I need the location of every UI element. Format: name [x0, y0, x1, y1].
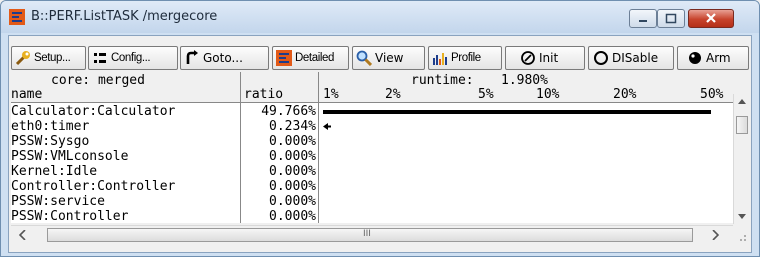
- task-ratio: 0.000%: [269, 209, 316, 224]
- task-ratio: 49.766%: [261, 104, 316, 119]
- task-list: Calculator:Calculator 49.766% eth0:timer…: [11, 103, 733, 224]
- column-header-ratio[interactable]: ratio: [244, 88, 283, 102]
- profile-label: Profile: [451, 52, 481, 64]
- core-label: core: merged: [51, 73, 145, 88]
- trace32-app-icon: [9, 9, 25, 25]
- vertical-scrollbar[interactable]: [733, 94, 751, 224]
- perf-window: B::PERF.ListTASK /mergecore Setup... Con…: [0, 0, 760, 257]
- task-ratio: 0.000%: [269, 149, 316, 164]
- init-button[interactable]: Init: [505, 46, 585, 70]
- list-item[interactable]: Controller:Controller 0.000%: [11, 179, 733, 194]
- task-name: PSSW:service: [11, 194, 105, 209]
- arm-record-icon: [689, 52, 701, 64]
- list-item[interactable]: PSSW:VMLconsole 0.000%: [11, 149, 733, 164]
- scroll-down-icon[interactable]: [738, 214, 746, 219]
- runtime-value: 1.980%: [501, 73, 548, 88]
- init-label: Init: [539, 51, 559, 65]
- arm-label: Arm: [706, 51, 731, 65]
- task-ratio: 0.000%: [269, 179, 316, 194]
- maximize-icon: [665, 13, 677, 24]
- disable-circle-icon: [594, 51, 608, 65]
- list-item[interactable]: PSSW:service 0.000%: [11, 194, 733, 209]
- below-scale-arrow-icon: [323, 123, 331, 130]
- column-header-name[interactable]: name: [11, 88, 42, 102]
- config-label: Config...: [111, 52, 151, 64]
- wrench-icon: [15, 51, 30, 66]
- magnifier-icon: [356, 50, 372, 66]
- goto-label: Goto...: [203, 51, 243, 65]
- name-ratio-divider[interactable]: [240, 72, 241, 223]
- scroll-left-icon[interactable]: [19, 230, 27, 240]
- disable-label: DISable: [612, 51, 659, 65]
- goto-button[interactable]: Goto...: [180, 46, 269, 70]
- scale-tick-2: 2%: [385, 87, 401, 102]
- task-ratio: 0.000%: [269, 164, 316, 179]
- task-name: Controller:Controller: [11, 179, 176, 194]
- disable-button[interactable]: DISable: [588, 46, 674, 70]
- ratio-bar: [323, 110, 711, 114]
- task-name: Kernel:Idle: [11, 164, 98, 179]
- list-header: core: merged runtime: 1.980% name ratio …: [11, 72, 749, 102]
- list-item[interactable]: eth0:timer 0.234%: [11, 119, 733, 134]
- detailed-button[interactable]: Detailed: [272, 46, 349, 70]
- task-ratio: 0.000%: [269, 134, 316, 149]
- scale-tick-1: 1%: [323, 87, 339, 102]
- close-icon: [706, 13, 716, 23]
- scale-tick-3: 5%: [478, 87, 494, 102]
- list-item[interactable]: Calculator:Calculator 49.766%: [11, 104, 733, 119]
- perf-client-area: Setup... Config... Goto... Detailed View…: [8, 35, 752, 253]
- setup-label: Setup...: [34, 52, 71, 64]
- task-name: Calculator:Calculator: [11, 104, 176, 119]
- task-name: eth0:timer: [11, 119, 90, 134]
- config-grid-icon: [94, 53, 106, 63]
- close-button[interactable]: [688, 9, 734, 28]
- view-button[interactable]: View: [352, 46, 425, 70]
- task-name: PSSW:Sysgo: [11, 134, 90, 149]
- list-item[interactable]: PSSW:Sysgo 0.000%: [11, 134, 733, 149]
- task-ratio: 0.000%: [269, 194, 316, 209]
- config-button[interactable]: Config...: [88, 46, 178, 70]
- setup-button[interactable]: Setup...: [11, 46, 86, 70]
- ratio-graph-divider[interactable]: [318, 72, 319, 223]
- title-bar[interactable]: B::PERF.ListTASK /mergecore: [1, 1, 759, 33]
- scroll-up-icon[interactable]: [738, 99, 746, 104]
- task-name: PSSW:Controller: [11, 209, 129, 224]
- thumb-grip: III: [363, 229, 371, 239]
- detailed-list-icon: [276, 50, 292, 66]
- task-ratio: 0.234%: [269, 119, 316, 134]
- list-item[interactable]: Kernel:Idle 0.000%: [11, 164, 733, 179]
- list-item[interactable]: PSSW:Controller 0.000%: [11, 209, 733, 224]
- scale-tick-4: 10%: [536, 87, 560, 102]
- task-name: PSSW:VMLconsole: [11, 149, 129, 164]
- detailed-label: Detailed: [295, 52, 334, 64]
- goto-arrow-icon: [186, 50, 198, 64]
- minimize-button[interactable]: [629, 9, 657, 28]
- resize-grip-icon[interactable]: [735, 230, 747, 242]
- minimize-icon: [639, 20, 647, 22]
- profile-button[interactable]: Profile: [428, 46, 502, 70]
- maximize-button[interactable]: [657, 9, 685, 28]
- horizontal-scrollbar[interactable]: III: [11, 225, 733, 244]
- runtime-label: runtime:: [411, 73, 474, 88]
- bar-chart-icon: [433, 53, 447, 65]
- scale-tick-6: 50%: [700, 87, 724, 102]
- init-circle-icon: [521, 51, 535, 65]
- arm-button[interactable]: Arm: [677, 46, 749, 70]
- view-label: View: [375, 51, 404, 65]
- vertical-scroll-thumb[interactable]: [736, 116, 748, 134]
- scroll-right-icon[interactable]: [711, 230, 719, 240]
- scale-tick-5: 20%: [613, 87, 637, 102]
- horizontal-scroll-thumb[interactable]: III: [47, 228, 693, 242]
- toolbar: Setup... Config... Goto... Detailed View…: [9, 46, 751, 70]
- window-title: B::PERF.ListTASK /mergecore: [31, 9, 218, 24]
